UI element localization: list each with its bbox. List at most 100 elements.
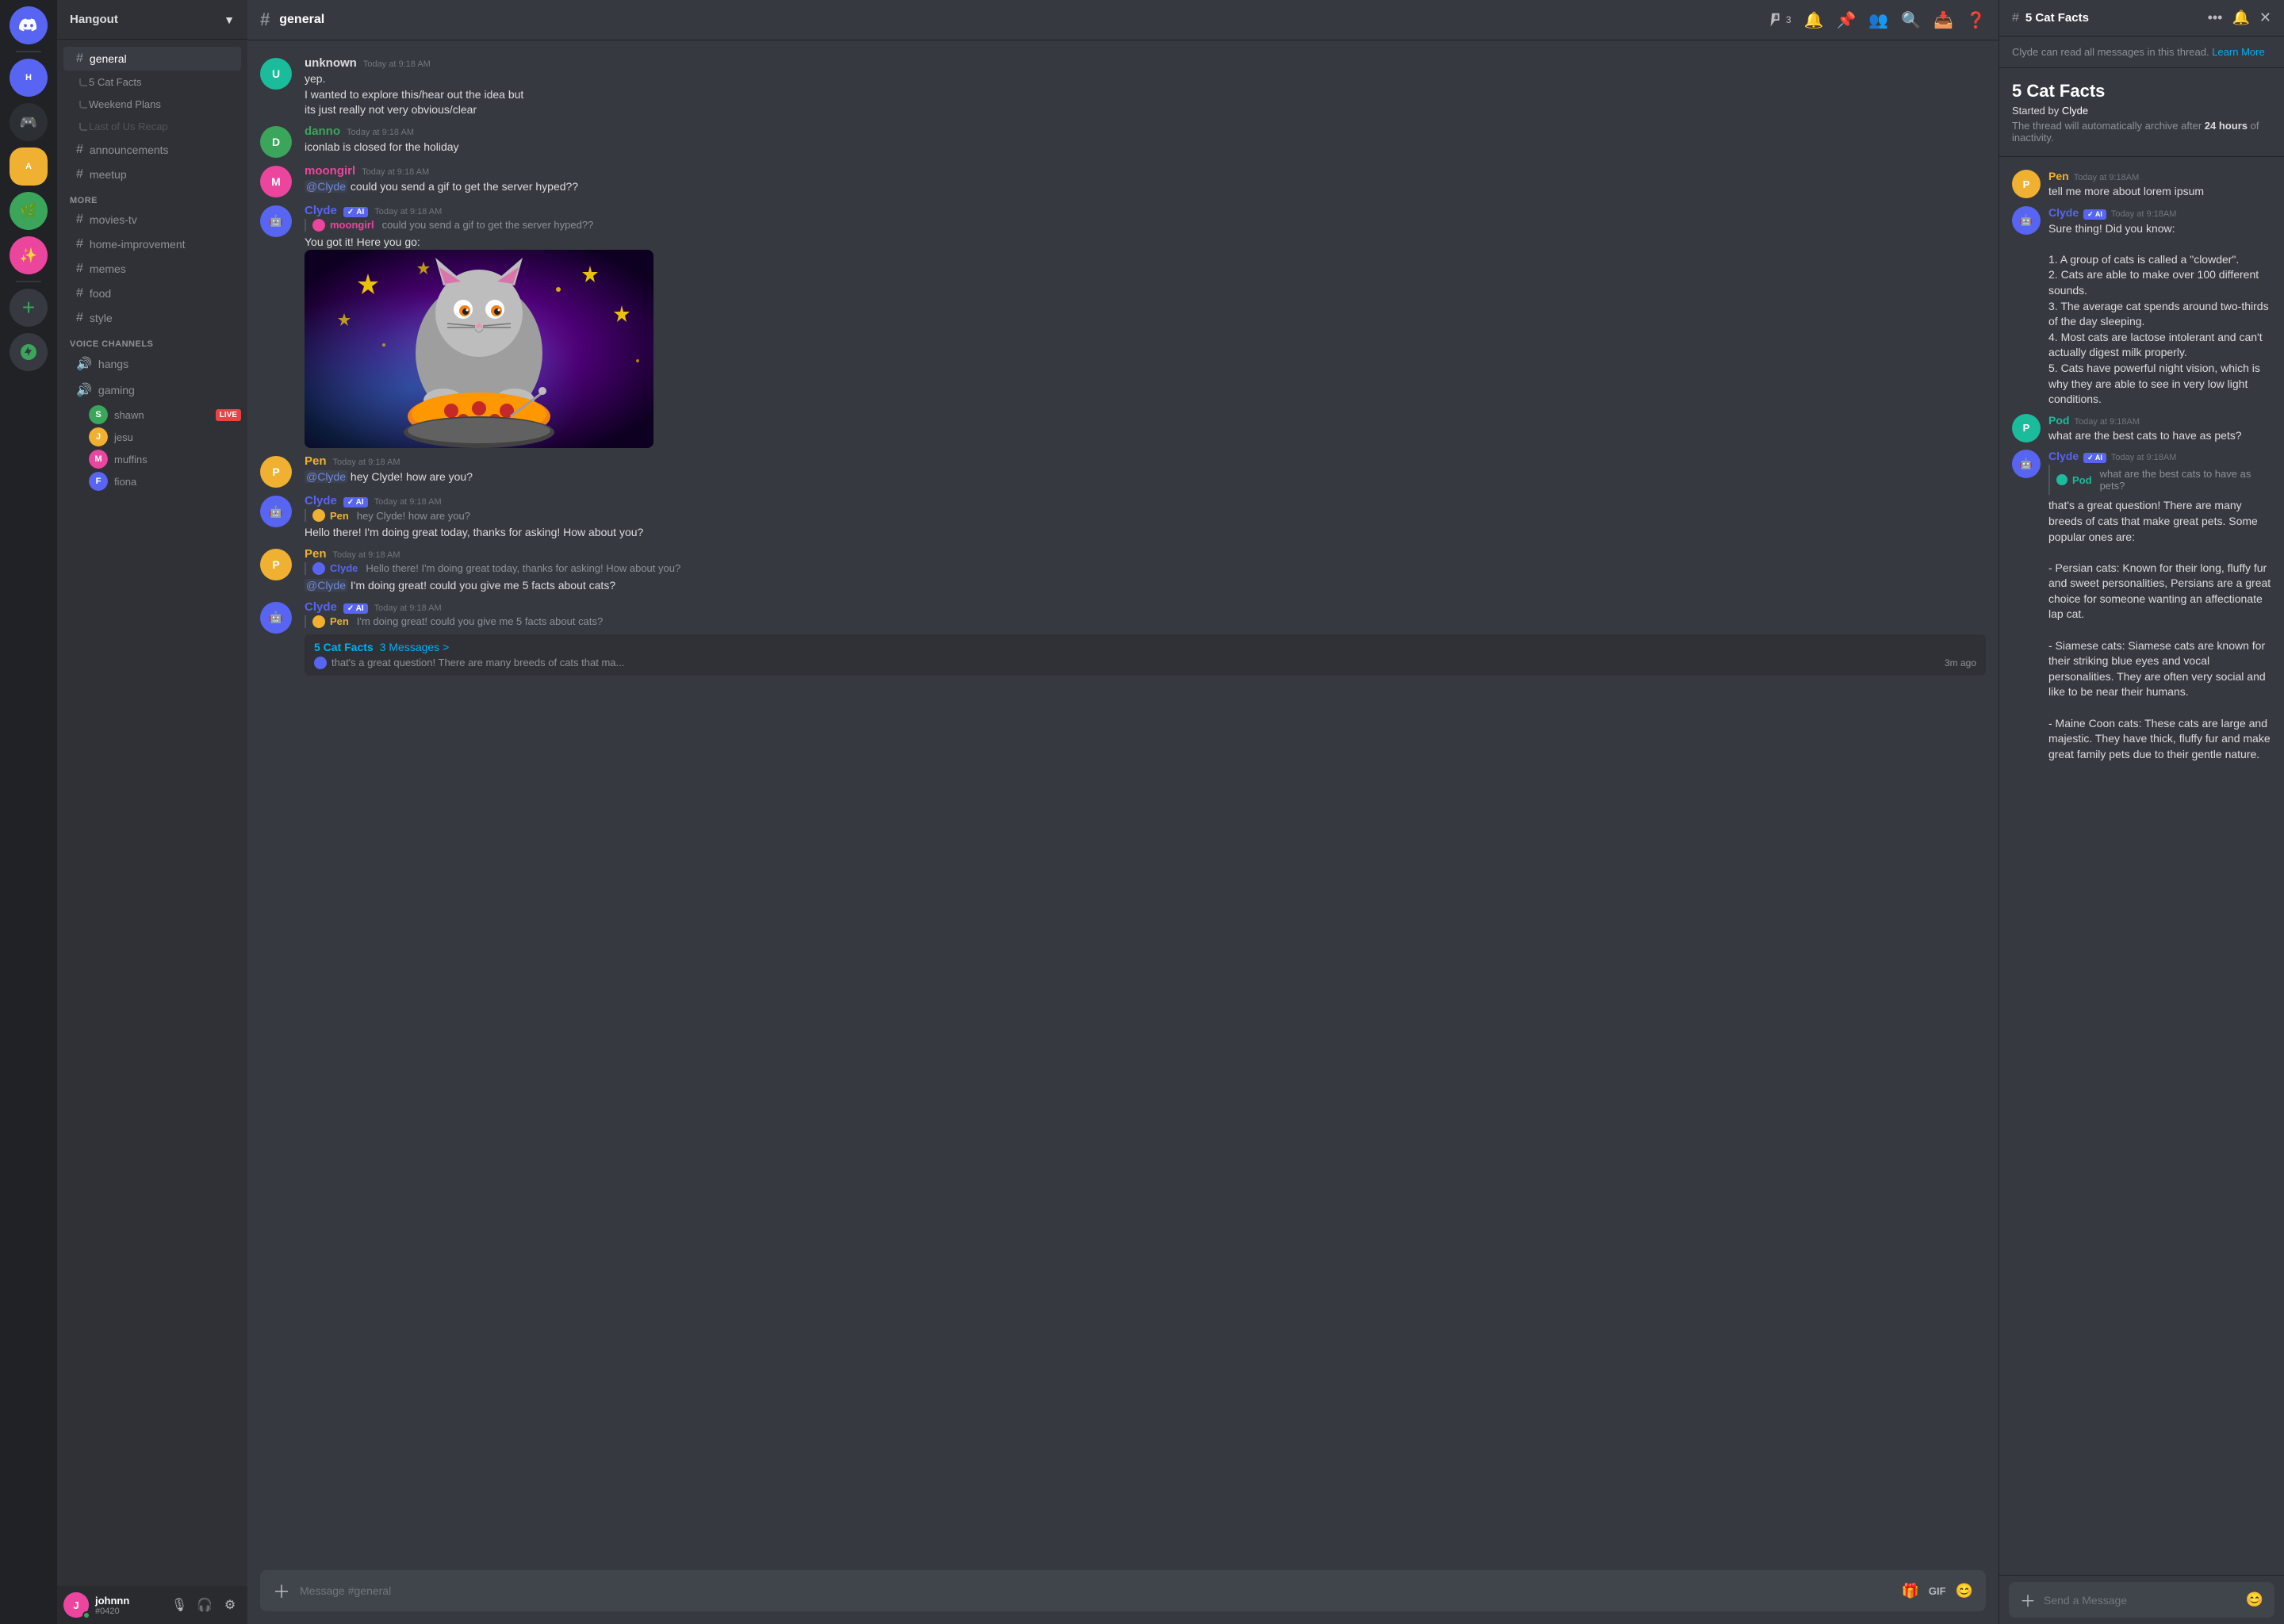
thread-preview-cat-facts[interactable]: 5 Cat Facts 3 Messages > that's a great …	[305, 634, 1986, 676]
channel-item-food[interactable]: # food	[63, 282, 241, 305]
hash-icon-food: #	[76, 286, 83, 301]
channel-list: # general 5 Cat Facts Weekend Plans Last…	[57, 40, 247, 1586]
message-content-danno: danno Today at 9:18 AM iconlab is closed…	[305, 124, 1986, 158]
server-icon-2[interactable]: 🎮	[10, 103, 48, 141]
explore-icon[interactable]	[10, 333, 48, 371]
pinned-button[interactable]: 📌	[1836, 10, 1856, 30]
channel-item-general[interactable]: # general	[63, 47, 241, 71]
gif-button[interactable]: GIF	[1929, 1585, 1946, 1597]
voice-section-label: VOICE CHANNELS	[70, 339, 153, 349]
channel-item-announcements[interactable]: # announcements	[63, 138, 241, 162]
emoji-button[interactable]: 😊	[1956, 1583, 1973, 1599]
main-chat: # general 3 🔔 📌 👥 🔍 📥 ❓ U unknown Today …	[247, 0, 1998, 1624]
channel-name-movies-tv: movies-tv	[90, 213, 235, 226]
voice-user-fiona[interactable]: F fiona	[57, 470, 247, 492]
voice-user-name-jesu: jesu	[114, 431, 133, 443]
threads-button[interactable]: 3	[1767, 11, 1792, 29]
thread-item-last-of-us[interactable]: Last of Us Recap	[63, 116, 241, 137]
message-header-clyde-thread: Clyde ✓ AI Today at 9:18 AM	[305, 600, 1986, 614]
learn-more-link[interactable]: Learn More	[2212, 46, 2264, 58]
channel-item-home-improvement[interactable]: # home-improvement	[63, 232, 241, 256]
thread-msg-text-pod: what are the best cats to have as pets?	[2048, 428, 2271, 444]
quoted-avatar-pen-1	[312, 509, 325, 522]
server-icon-3[interactable]: A	[10, 147, 48, 186]
avatar-danno: D	[260, 126, 292, 158]
quoted-text-moongirl: could you send a gif to get the server h…	[382, 219, 594, 231]
user-tag: #0420	[95, 1607, 162, 1616]
help-button[interactable]: ❓	[1966, 10, 1986, 30]
message-header-clyde-gif: Clyde ✓ AI Today at 9:18 AM	[305, 204, 1986, 217]
thread-panel: # 5 Cat Facts ••• 🔔 ✕ Clyde can read all…	[1998, 0, 2284, 1624]
channel-sidebar: Hangout ▼ # general 5 Cat Facts Weekend …	[57, 0, 247, 1624]
channel-hash-header: #	[260, 10, 270, 30]
more-section-header[interactable]: MORE	[57, 193, 247, 207]
message-content-clyde-gif: Clyde ✓ AI Today at 9:18 AM moongirl cou…	[305, 204, 1986, 449]
thread-bell-button[interactable]: 🔔	[2232, 10, 2249, 26]
live-badge-shawn: LIVE	[216, 409, 241, 421]
thread-message-clyde-facts: 🤖 Clyde ✓ AI Today at 9:18AM Sure thing!…	[1999, 203, 2284, 411]
channel-item-style[interactable]: # style	[63, 306, 241, 330]
thread-emoji-button[interactable]: 😊	[2246, 1591, 2263, 1608]
gift-button[interactable]: 🎁	[1901, 1583, 1918, 1599]
message-author-unknown: unknown	[305, 56, 357, 70]
message-author-moongirl: moongirl	[305, 164, 355, 178]
user-name: johnnn	[95, 1595, 162, 1607]
voice-user-muffins[interactable]: M muffins	[57, 448, 247, 470]
channel-item-memes[interactable]: # memes	[63, 257, 241, 281]
thread-close-button[interactable]: ✕	[2259, 10, 2271, 26]
channel-item-movies-tv[interactable]: # movies-tv	[63, 208, 241, 232]
add-server-icon[interactable]: +	[10, 289, 48, 327]
channel-item-hangs[interactable]: 🔊 hangs	[63, 351, 241, 377]
channel-name-announcements: announcements	[90, 144, 235, 156]
quoted-avatar-pen-2	[312, 615, 325, 628]
ai-check-icon: ✓	[347, 208, 354, 216]
channel-item-meetup[interactable]: # meetup	[63, 163, 241, 186]
server-header[interactable]: Hangout ▼	[57, 0, 247, 40]
mute-button[interactable]: 🎙	[168, 1594, 190, 1616]
speaker-icon-hangs: 🔊	[76, 356, 92, 372]
server-icon-5[interactable]: ✨	[10, 236, 48, 274]
channel-item-gaming[interactable]: 🔊 gaming	[63, 377, 241, 403]
ai-badge-clyde-3: ✓ AI	[343, 603, 368, 614]
user-status-dot	[82, 1611, 90, 1619]
search-button[interactable]: 🔍	[1901, 10, 1921, 30]
thread-msg-time-pen-1: Today at 9:18AM	[2074, 173, 2140, 182]
thread-label-last-of-us: Last of Us Recap	[89, 121, 168, 132]
voice-section-header[interactable]: VOICE CHANNELS	[57, 336, 247, 350]
chat-header: # general 3 🔔 📌 👥 🔍 📥 ❓	[247, 0, 1998, 40]
avatar-pen-2: P	[260, 549, 292, 580]
user-panel-info: johnnn #0420	[95, 1595, 162, 1616]
thread-input[interactable]	[2044, 1594, 2238, 1607]
header-actions: 3 🔔 📌 👥 🔍 📥 ❓	[1767, 10, 1986, 30]
message-time-clyde-hello: Today at 9:18 AM	[374, 497, 442, 507]
thread-input-add-button[interactable]: ＋	[2020, 1588, 2036, 1611]
mention-clyde-1: @Clyde	[305, 180, 347, 193]
channel-name-general: general	[90, 52, 235, 65]
thread-msg-header-clyde-facts: Clyde ✓ AI Today at 9:18AM	[2048, 206, 2271, 220]
voice-user-shawn[interactable]: S shawn LIVE	[57, 404, 247, 426]
message-input[interactable]	[300, 1584, 1891, 1597]
server-icon-4[interactable]: 🌿	[10, 192, 48, 230]
settings-button[interactable]: ⚙	[219, 1594, 241, 1616]
thread-more-button[interactable]: •••	[2208, 10, 2223, 26]
avatar-clyde-3: 🤖	[260, 602, 292, 634]
thread-item-cat-facts[interactable]: 5 Cat Facts	[63, 71, 241, 93]
discord-home-icon[interactable]	[10, 6, 48, 44]
message-group-clyde-hello: 🤖 Clyde ✓ AI Today at 9:18 AM Pen hey Cl…	[247, 491, 1998, 544]
thread-msg-content-clyde-facts: Clyde ✓ AI Today at 9:18AM Sure thing! D…	[2048, 206, 2271, 408]
notifications-button[interactable]: 🔔	[1804, 10, 1824, 30]
thread-msg-header-pen-1: Pen Today at 9:18AM	[2048, 170, 2271, 182]
thread-messages-count[interactable]: 3 Messages >	[380, 641, 450, 653]
input-add-button[interactable]: ＋	[273, 1578, 290, 1603]
server-icon-1[interactable]: H	[10, 59, 48, 97]
members-button[interactable]: 👥	[1868, 10, 1888, 30]
hash-icon-memes: #	[76, 262, 83, 276]
deafen-button[interactable]: 🎧	[194, 1594, 216, 1616]
input-actions: 🎁 GIF 😊	[1901, 1583, 1973, 1599]
message-group-danno: D danno Today at 9:18 AM iconlab is clos…	[247, 121, 1998, 161]
voice-user-jesu[interactable]: J jesu	[57, 426, 247, 448]
thread-msg-text-pen-1: tell me more about lorem ipsum	[2048, 184, 2271, 200]
inbox-button[interactable]: 📥	[1933, 10, 1953, 30]
thread-item-weekend[interactable]: Weekend Plans	[63, 94, 241, 115]
thread-msg-text-clyde-best: that's a great question! There are many …	[2048, 498, 2271, 762]
